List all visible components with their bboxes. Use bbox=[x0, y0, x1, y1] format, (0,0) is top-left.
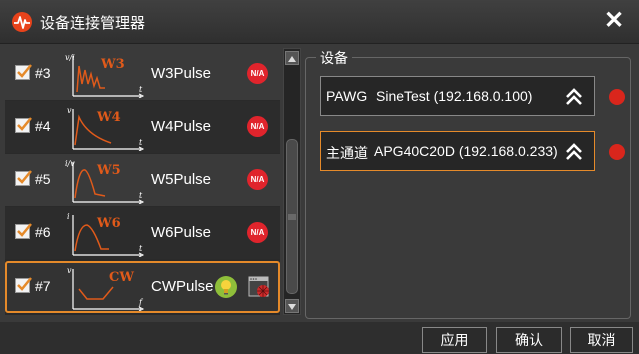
channel-checkbox[interactable] bbox=[15, 64, 32, 80]
waveform-thumbnail: v/i t W3 bbox=[65, 53, 145, 98]
status-na-badge: N/A bbox=[247, 63, 268, 84]
device-type: PAWG bbox=[326, 88, 368, 104]
check-icon bbox=[17, 277, 32, 291]
channel-number: #3 bbox=[35, 65, 51, 81]
scroll-down-button[interactable] bbox=[285, 299, 299, 313]
devices-group-label: 设备 bbox=[316, 48, 352, 68]
x-axis-label: t bbox=[139, 244, 143, 253]
waveform-thumbnail: v t W4 bbox=[67, 106, 145, 151]
double-chevron-up-icon[interactable] bbox=[564, 142, 584, 162]
wave-label: W6 bbox=[96, 216, 121, 231]
grip-icon bbox=[288, 214, 296, 220]
waveform-thumbnail: v f CW bbox=[67, 266, 145, 311]
triangle-up-icon bbox=[288, 56, 296, 62]
title-bar: 设备连接管理器 ✕ bbox=[0, 0, 639, 44]
check-icon bbox=[17, 223, 32, 237]
wave-label: CW bbox=[109, 270, 134, 285]
channel-item-4[interactable]: #4 v t W4 W4Pulse N/A bbox=[5, 101, 280, 153]
status-na-badge: N/A bbox=[247, 169, 268, 190]
status-na-badge: N/A bbox=[247, 116, 268, 137]
device-type: 主通道 bbox=[326, 145, 368, 161]
y-axis-label: i bbox=[67, 212, 70, 221]
channel-item-5[interactable]: #5 i/v t W5 W5Pulse N/A bbox=[5, 154, 280, 206]
y-axis-label: i/v bbox=[65, 159, 75, 168]
triangle-down-icon bbox=[288, 304, 296, 310]
channel-item-6[interactable]: #6 i t W6 W6Pulse N/A bbox=[5, 207, 280, 259]
channel-item-7[interactable]: #7 v f CW CWPulse bbox=[5, 261, 280, 313]
x-axis-label: t bbox=[139, 191, 143, 200]
channel-config-icon[interactable] bbox=[248, 275, 272, 299]
channel-checkbox[interactable] bbox=[15, 117, 32, 133]
check-icon bbox=[17, 64, 32, 78]
channel-number: #5 bbox=[35, 171, 51, 187]
channel-number: #4 bbox=[35, 118, 51, 134]
apply-button[interactable]: 应用 bbox=[422, 327, 487, 353]
channel-checkbox[interactable] bbox=[15, 170, 32, 186]
channel-number: #6 bbox=[35, 224, 51, 240]
device-name: APG40C20D (192.168.0.233) bbox=[374, 143, 558, 159]
waveform-thumbnail: i/v t W5 bbox=[65, 159, 145, 204]
window-title: 设备连接管理器 bbox=[40, 15, 146, 32]
check-icon bbox=[17, 170, 32, 184]
device-status-indicator bbox=[609, 89, 625, 105]
x-axis-label: t bbox=[139, 138, 143, 147]
device-row-pawg[interactable]: PAWG SineTest (192.168.0.100) bbox=[320, 76, 595, 116]
y-axis-label: v bbox=[67, 106, 72, 115]
channel-name: W3Pulse bbox=[151, 65, 212, 82]
channel-list: #3 v/i t W3 W3Pulse N/A #4 v t W4 W4Puls… bbox=[5, 48, 280, 315]
status-na-badge: N/A bbox=[247, 222, 268, 243]
scroll-thumb[interactable] bbox=[286, 139, 298, 294]
wave-label: W3 bbox=[100, 57, 125, 72]
channel-checkbox[interactable] bbox=[15, 223, 32, 239]
waveform-thumbnail: i t W6 bbox=[67, 212, 145, 257]
y-axis-label: v/i bbox=[65, 53, 75, 62]
channel-list-scrollbar[interactable] bbox=[283, 48, 301, 315]
channel-name: W6Pulse bbox=[151, 224, 212, 241]
channel-name: CWPulse bbox=[151, 278, 214, 295]
x-axis-label: t bbox=[139, 85, 143, 94]
lightbulb-icon[interactable] bbox=[214, 275, 238, 299]
check-icon bbox=[17, 117, 32, 131]
wave-label: W5 bbox=[96, 163, 121, 178]
wave-label: W4 bbox=[96, 110, 121, 125]
y-axis-label: v bbox=[67, 266, 72, 275]
cancel-button[interactable]: 取消 bbox=[570, 327, 633, 353]
device-name: SineTest (192.168.0.100) bbox=[376, 88, 533, 104]
x-axis-label: f bbox=[138, 298, 144, 307]
device-status-indicator bbox=[609, 144, 625, 160]
channel-name: W4Pulse bbox=[151, 118, 212, 135]
channel-item-3[interactable]: #3 v/i t W3 W3Pulse N/A bbox=[5, 48, 280, 100]
app-logo-icon bbox=[12, 12, 32, 32]
ok-button[interactable]: 确认 bbox=[496, 327, 562, 353]
device-row-main-channel[interactable]: 主通道 APG40C20D (192.168.0.233) bbox=[320, 131, 595, 171]
close-button[interactable]: ✕ bbox=[599, 6, 629, 36]
double-chevron-up-icon[interactable] bbox=[564, 87, 584, 107]
channel-checkbox[interactable] bbox=[15, 277, 32, 293]
channel-name: W5Pulse bbox=[151, 171, 212, 188]
scroll-up-button[interactable] bbox=[285, 51, 299, 65]
channel-number: #7 bbox=[35, 278, 51, 294]
